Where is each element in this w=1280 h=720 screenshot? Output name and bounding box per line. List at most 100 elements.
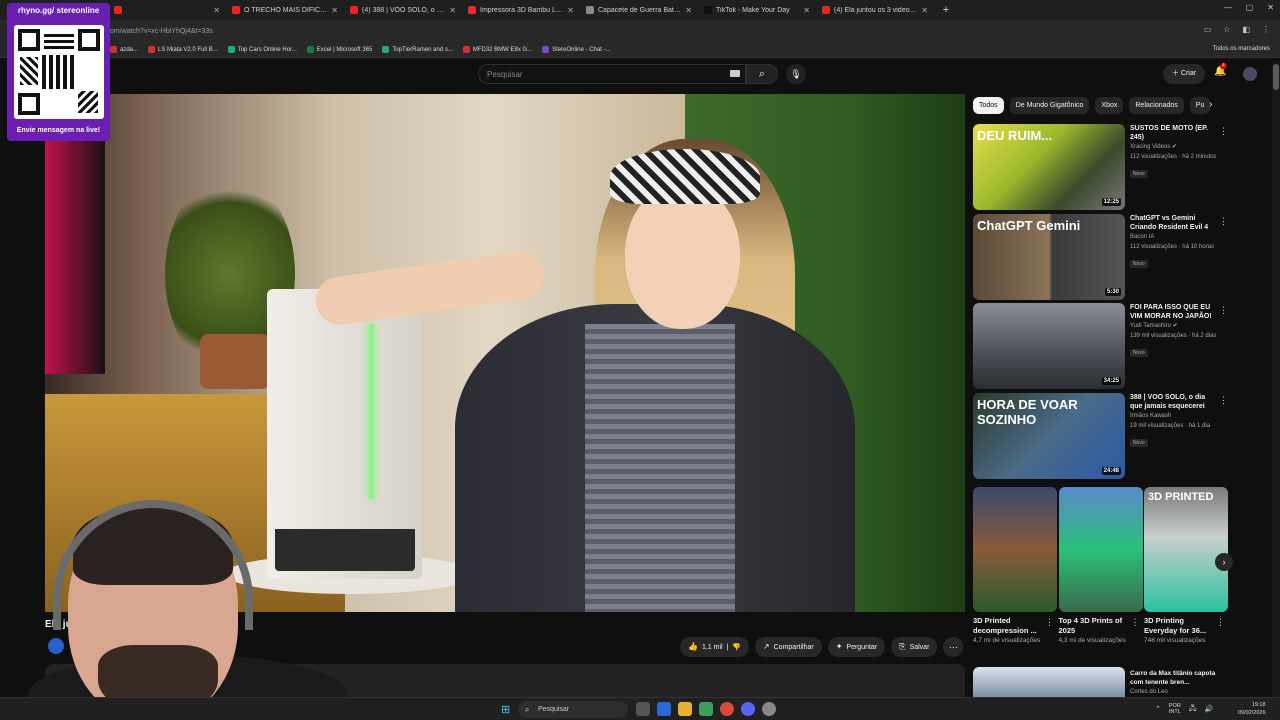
menu-icon[interactable]: ⋮ xyxy=(1262,25,1270,34)
chevron-up-icon[interactable]: ⌃ xyxy=(1155,705,1161,713)
scrollbar-thumb[interactable] xyxy=(1273,64,1279,90)
recommendation-item[interactable]: 34:25 FOI PARA ISSO QUE EU VIM MORAR NO J… xyxy=(973,303,1228,389)
browser-tab[interactable]: (4) Ela juntou os 3 videogames✕ xyxy=(816,0,934,20)
browser-tab[interactable]: (4) 388 | VOO SOLO, o dia que✕ xyxy=(344,0,462,20)
search-icon: ⌕ xyxy=(525,705,530,714)
language-indicator[interactable]: POR INTL xyxy=(1169,703,1181,715)
extension-icon[interactable]: ◧ xyxy=(1242,25,1250,34)
address-bar[interactable]: om/watch?v=xc-HbiYhQj4&t=33s ▭ ☆ ◧ ⋮ xyxy=(0,20,1280,42)
tab-close-icon[interactable]: ✕ xyxy=(449,6,456,15)
more-options-icon[interactable]: ⋮ xyxy=(1219,126,1228,137)
short-item[interactable]: 3D PRINTED 3D Printing Everyday for 36...… xyxy=(1144,487,1228,662)
chrome-icon[interactable] xyxy=(720,702,734,716)
clock[interactable]: 19:18 09/02/2026 xyxy=(1238,701,1266,717)
mic-button[interactable]: 🎙 xyxy=(786,64,806,84)
notifications-button[interactable]: 🔔 4 xyxy=(1214,63,1227,77)
video-duration: 34:25 xyxy=(1101,377,1121,385)
search-button[interactable]: ⌕ xyxy=(746,64,778,84)
bookmark-item[interactable]: Top Cars Online Hor... xyxy=(227,46,297,53)
device-led xyxy=(369,324,374,499)
share-button[interactable]: ↗ Compartilhar xyxy=(754,637,822,657)
recommendation-thumbnail: 34:25 xyxy=(973,303,1125,389)
presenter-shirt xyxy=(585,324,735,612)
windows-taskbar: ⊞ ⌕ Pesquisar ⌃ POR INTL 🖧 🔊 19:18 09/02/20… xyxy=(0,697,1280,720)
tab-close-icon[interactable]: ✕ xyxy=(921,6,928,15)
bookmark-item[interactable]: MFD32 BMW E8x G... xyxy=(462,46,532,53)
save-button[interactable]: ⎘ Salvar xyxy=(891,637,938,657)
store-icon[interactable] xyxy=(699,702,713,716)
new-badge: Novo xyxy=(1130,170,1148,178)
short-title: 3D Printed decompression ... xyxy=(973,616,1037,635)
obs-icon[interactable] xyxy=(762,702,776,716)
filter-chip[interactable]: Relacionados xyxy=(1129,97,1184,114)
tab-close-icon[interactable]: ✕ xyxy=(567,6,574,15)
install-icon[interactable]: ▭ xyxy=(1204,25,1212,34)
short-overlay-text: 3D PRINTED xyxy=(1148,491,1214,503)
more-options-icon[interactable]: ⋮ xyxy=(1045,617,1054,628)
more-actions-button[interactable]: ⋯ xyxy=(943,637,964,657)
task-view-icon[interactable] xyxy=(636,702,650,716)
copilot-icon[interactable] xyxy=(657,702,671,716)
volume-icon[interactable]: 🔊 xyxy=(1205,705,1214,713)
recommendation-channel: Cortes do Leo xyxy=(1130,689,1168,695)
keyboard-icon[interactable] xyxy=(730,70,740,77)
tab-favicon xyxy=(704,6,712,14)
all-bookmarks[interactable]: Todos os marcadores xyxy=(1213,46,1270,52)
new-tab-button[interactable]: + xyxy=(938,2,954,18)
filter-chip[interactable]: Pu xyxy=(1189,97,1211,114)
taskbar-search[interactable]: ⌕ Pesquisar xyxy=(518,701,628,718)
scrollbar[interactable] xyxy=(1272,62,1280,702)
maximize-icon[interactable]: ▢ xyxy=(1246,3,1254,12)
close-window-icon[interactable]: ✕ xyxy=(1267,3,1274,12)
bookmark-item[interactable]: Excel | Microsoft 365 xyxy=(306,46,372,53)
account-avatar[interactable] xyxy=(1243,67,1257,81)
recommendation-title: FOI PARA ISSO QUE EU VIM MORAR NO JAPÃO! xyxy=(1130,304,1212,320)
search-input[interactable]: Pesquisar xyxy=(478,64,746,84)
screen: ✕O TRECHO MAIS DIFÍCIL! Tras✕(4) 388 | V… xyxy=(0,0,1280,720)
bookmark-item[interactable]: azda... xyxy=(110,46,138,53)
windows-start-icon[interactable]: ⊞ xyxy=(501,703,510,716)
more-options-icon[interactable]: ⋮ xyxy=(1216,617,1225,628)
like-button[interactable]: 👍 1,1 mil | 👎 xyxy=(680,637,749,657)
more-options-icon[interactable]: ⋮ xyxy=(1219,305,1228,316)
browser-tab[interactable]: TikTok - Make Your Day ✕ xyxy=(698,0,816,20)
bookmark-item[interactable]: StereOnline - Chat -... xyxy=(542,46,611,53)
more-options-icon[interactable]: ⋮ xyxy=(1131,617,1140,628)
lang-layout: INTL xyxy=(1168,709,1181,715)
chevron-right-icon[interactable]: › xyxy=(1209,99,1212,110)
star-icon[interactable]: ☆ xyxy=(1223,25,1230,34)
bookmark-item[interactable]: TopTierRamen and s... xyxy=(382,46,453,53)
more-options-icon[interactable]: ⋮ xyxy=(1219,395,1228,406)
tab-close-icon[interactable]: ✕ xyxy=(685,6,692,15)
more-options-icon[interactable]: ⋮ xyxy=(1219,216,1228,227)
filter-chip[interactable]: De Mundo Gigatônico xyxy=(1009,97,1090,114)
tab-close-icon[interactable]: ✕ xyxy=(803,6,810,15)
ask-button[interactable]: ✦ Perguntar xyxy=(827,637,886,657)
filter-chip[interactable]: Todos xyxy=(973,97,1004,114)
recommendation-meta: FOI PARA ISSO QUE EU VIM MORAR NO JAPÃO!… xyxy=(1130,303,1216,359)
short-item[interactable]: Top 4 3D Prints of 2025 4,3 mi de visuali… xyxy=(1058,487,1143,662)
network-icon[interactable]: 🖧 xyxy=(1189,704,1197,715)
explorer-icon[interactable] xyxy=(678,702,692,716)
browser-tab[interactable]: O TRECHO MAIS DIFÍCIL! Tras✕ xyxy=(226,0,344,20)
recommendation-item[interactable]: ChatGPT Gemini 5:30 ChatGPT vs Gemini Cria… xyxy=(973,213,1228,300)
minimize-icon[interactable]: — xyxy=(1224,3,1232,12)
short-item[interactable]: 3D Printed decompression ... 4,7 mi de vi… xyxy=(973,487,1057,662)
tab-close-icon[interactable]: ✕ xyxy=(213,6,220,15)
recommendation-item[interactable]: Carro da Max titânio capota com tenente … xyxy=(973,667,1227,697)
tab-close-icon[interactable]: ✕ xyxy=(331,6,338,15)
url-text[interactable]: om/watch?v=xc-HbiYhQj4&t=33s xyxy=(110,28,213,35)
filter-chip[interactable]: Xbox xyxy=(1095,97,1124,114)
shorts-next-button[interactable]: › xyxy=(1215,553,1233,571)
tab-favicon xyxy=(232,6,240,14)
create-button[interactable]: ＋ Criar xyxy=(1163,64,1205,84)
thumbs-down-icon[interactable]: 👎 xyxy=(732,644,741,651)
recommendation-item[interactable]: HORA DE VOAR SOZINHO 24:48 388 | VOO SOLO,… xyxy=(973,392,1228,479)
browser-tab[interactable]: Capacete de Guerra Battle Cat✕ xyxy=(580,0,698,20)
recommendation-item[interactable]: DEU RUIM... 12:25 SUSTOS DE MOTO (EP. 245)… xyxy=(973,124,1228,210)
discord-icon[interactable] xyxy=(741,702,755,716)
bookmark-item[interactable]: LS Miata V2.0 Full B... xyxy=(148,46,218,53)
browser-tab[interactable]: ✕ xyxy=(108,0,226,20)
browser-tab[interactable]: Impressora 3D Bambu Lab P2S✕ xyxy=(462,0,580,20)
headset-icon xyxy=(53,500,253,630)
